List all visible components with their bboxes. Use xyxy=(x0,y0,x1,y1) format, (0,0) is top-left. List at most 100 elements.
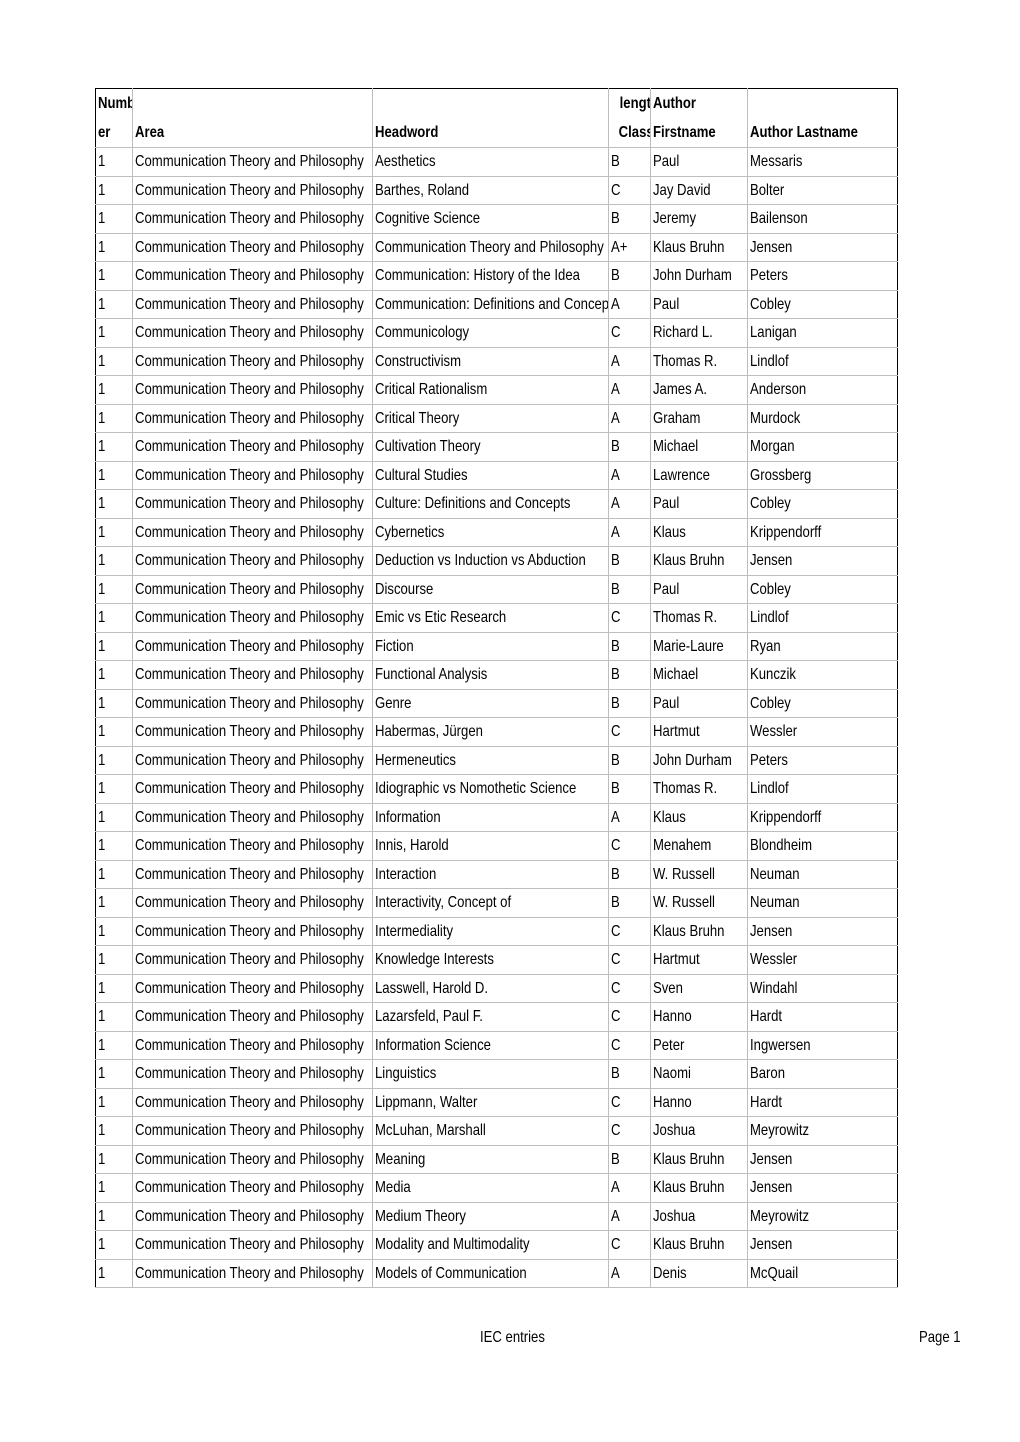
cell-author-firstname: Jeremy xyxy=(649,204,748,234)
cell-author-firstname: Paul xyxy=(649,290,748,319)
cell-headword: Intermediality xyxy=(371,917,609,946)
cell-author-lastname: Jensen xyxy=(746,1173,898,1203)
cell-length-class: B xyxy=(607,432,651,462)
cell-area: Communication Theory and Philosophy xyxy=(132,632,373,661)
cell-number: 1 xyxy=(95,1116,133,1146)
cell-length-class: B xyxy=(607,632,651,661)
cell-number: 1 xyxy=(95,860,133,889)
cell-number: 1 xyxy=(95,1059,133,1089)
table-row: 1 Communication Theory and Philosophy Bart… xyxy=(95,176,898,205)
cell-headword: Communication Theory and Philosophy xyxy=(371,233,609,262)
cell-number: 1 xyxy=(95,404,133,433)
cell-author-lastname: Jensen xyxy=(746,1230,898,1260)
cell-author-lastname: Bailenson xyxy=(746,204,898,234)
cell-headword: Critical Rationalism xyxy=(371,375,609,405)
table-row: 1 Communication Theory and Philosophy Medi… xyxy=(95,1173,898,1203)
cell-author-firstname: Hartmut xyxy=(649,717,748,747)
cell-number: 1 xyxy=(95,290,133,319)
table-row: 1 Communication Theory and Philosophy Comm… xyxy=(95,290,898,319)
table-row: 1 Communication Theory and Philosophy Dedu… xyxy=(95,546,898,576)
cell-headword: Idiographic vs Nomothetic Science xyxy=(371,774,609,804)
table-row: 1 Communication Theory and Philosophy Laza… xyxy=(95,1002,898,1032)
cell-length-class: C xyxy=(607,318,651,348)
cell-author-lastname: Peters xyxy=(746,261,898,291)
table-row: 1 Communication Theory and Philosophy Crit… xyxy=(95,404,898,433)
cell-headword: Barthes, Roland xyxy=(371,176,609,205)
cell-headword: Models of Communication xyxy=(371,1259,609,1288)
table-body: 1 Communication Theory and Philosophy Aest… xyxy=(95,147,898,1288)
cell-area: Communication Theory and Philosophy xyxy=(132,147,373,177)
cell-headword: Innis, Harold xyxy=(371,831,609,861)
cell-number: 1 xyxy=(95,1002,133,1032)
table-row: 1 Communication Theory and Philosophy Herm… xyxy=(95,746,898,775)
table-row: 1 Communication Theory and Philosophy Inte… xyxy=(95,860,898,889)
cell-length-class: C xyxy=(607,1230,651,1260)
cell-length-class: B xyxy=(607,261,651,291)
cell-author-lastname: Jensen xyxy=(746,233,898,262)
cell-area: Communication Theory and Philosophy xyxy=(132,261,373,291)
table-row: 1 Communication Theory and Philosophy Comm… xyxy=(95,318,898,348)
cell-area: Communication Theory and Philosophy xyxy=(132,347,373,376)
cell-author-firstname: Klaus Bruhn xyxy=(649,1145,748,1174)
cell-headword: Discourse xyxy=(371,575,609,604)
cell-number: 1 xyxy=(95,546,133,576)
cell-author-firstname: Hartmut xyxy=(649,945,748,975)
table-row: 1 Communication Theory and Philosophy Genr… xyxy=(95,689,898,718)
entries-table: Numb er Area Headword length Class Autho… xyxy=(95,88,898,1288)
cell-area: Communication Theory and Philosophy xyxy=(132,1259,373,1288)
cell-author-lastname: Cobley xyxy=(746,689,898,718)
cell-headword: Lazarsfeld, Paul F. xyxy=(371,1002,609,1032)
cell-author-lastname: McQuail xyxy=(746,1259,898,1288)
header-length-class: length Class xyxy=(607,88,651,148)
cell-author-firstname: Klaus xyxy=(649,803,748,832)
cell-headword: Information xyxy=(371,803,609,832)
cell-author-firstname: Lawrence xyxy=(649,461,748,490)
cell-area: Communication Theory and Philosophy xyxy=(132,945,373,975)
cell-length-class: B xyxy=(607,1145,651,1174)
cell-author-firstname: Klaus xyxy=(649,518,748,547)
table-row: 1 Communication Theory and Philosophy Cons… xyxy=(95,347,898,376)
table-row: 1 Communication Theory and Philosophy Inte… xyxy=(95,888,898,918)
cell-author-firstname: Marie-Laure xyxy=(649,632,748,661)
table-row: 1 Communication Theory and Philosophy Cult… xyxy=(95,489,898,519)
cell-area: Communication Theory and Philosophy xyxy=(132,1088,373,1117)
cell-author-lastname: Neuman xyxy=(746,860,898,889)
cell-area: Communication Theory and Philosophy xyxy=(132,831,373,861)
cell-author-firstname: John Durham xyxy=(649,746,748,775)
cell-headword: Cultural Studies xyxy=(371,461,609,490)
cell-number: 1 xyxy=(95,432,133,462)
cell-length-class: C xyxy=(607,917,651,946)
cell-author-lastname: Hardt xyxy=(746,1088,898,1117)
cell-number: 1 xyxy=(95,888,133,918)
cell-area: Communication Theory and Philosophy xyxy=(132,1202,373,1231)
cell-area: Communication Theory and Philosophy xyxy=(132,717,373,747)
cell-length-class: C xyxy=(607,1116,651,1146)
cell-author-lastname: Neuman xyxy=(746,888,898,918)
table-row: 1 Communication Theory and Philosophy Ling… xyxy=(95,1059,898,1089)
cell-number: 1 xyxy=(95,375,133,405)
cell-number: 1 xyxy=(95,632,133,661)
cell-number: 1 xyxy=(95,774,133,804)
cell-number: 1 xyxy=(95,917,133,946)
cell-number: 1 xyxy=(95,233,133,262)
cell-length-class: C xyxy=(607,176,651,205)
cell-headword: Meaning xyxy=(371,1145,609,1174)
cell-author-lastname: Cobley xyxy=(746,489,898,519)
table-row: 1 Communication Theory and Philosophy Comm… xyxy=(95,233,898,262)
cell-headword: Deduction vs Induction vs Abduction xyxy=(371,546,609,576)
cell-area: Communication Theory and Philosophy xyxy=(132,689,373,718)
cell-author-lastname: Meyrowitz xyxy=(746,1202,898,1231)
cell-author-lastname: Blondheim xyxy=(746,831,898,861)
cell-author-firstname: Paul xyxy=(649,489,748,519)
cell-length-class: C xyxy=(607,945,651,975)
cell-length-class: A xyxy=(607,489,651,519)
cell-author-firstname: Joshua xyxy=(649,1116,748,1146)
cell-number: 1 xyxy=(95,1088,133,1117)
cell-author-firstname: John Durham xyxy=(649,261,748,291)
table-row: 1 Communication Theory and Philosophy Info… xyxy=(95,1031,898,1060)
cell-number: 1 xyxy=(95,603,133,633)
cell-author-firstname: Richard L. xyxy=(649,318,748,348)
cell-area: Communication Theory and Philosophy xyxy=(132,375,373,405)
cell-area: Communication Theory and Philosophy xyxy=(132,860,373,889)
cell-author-firstname: Hanno xyxy=(649,1088,748,1117)
